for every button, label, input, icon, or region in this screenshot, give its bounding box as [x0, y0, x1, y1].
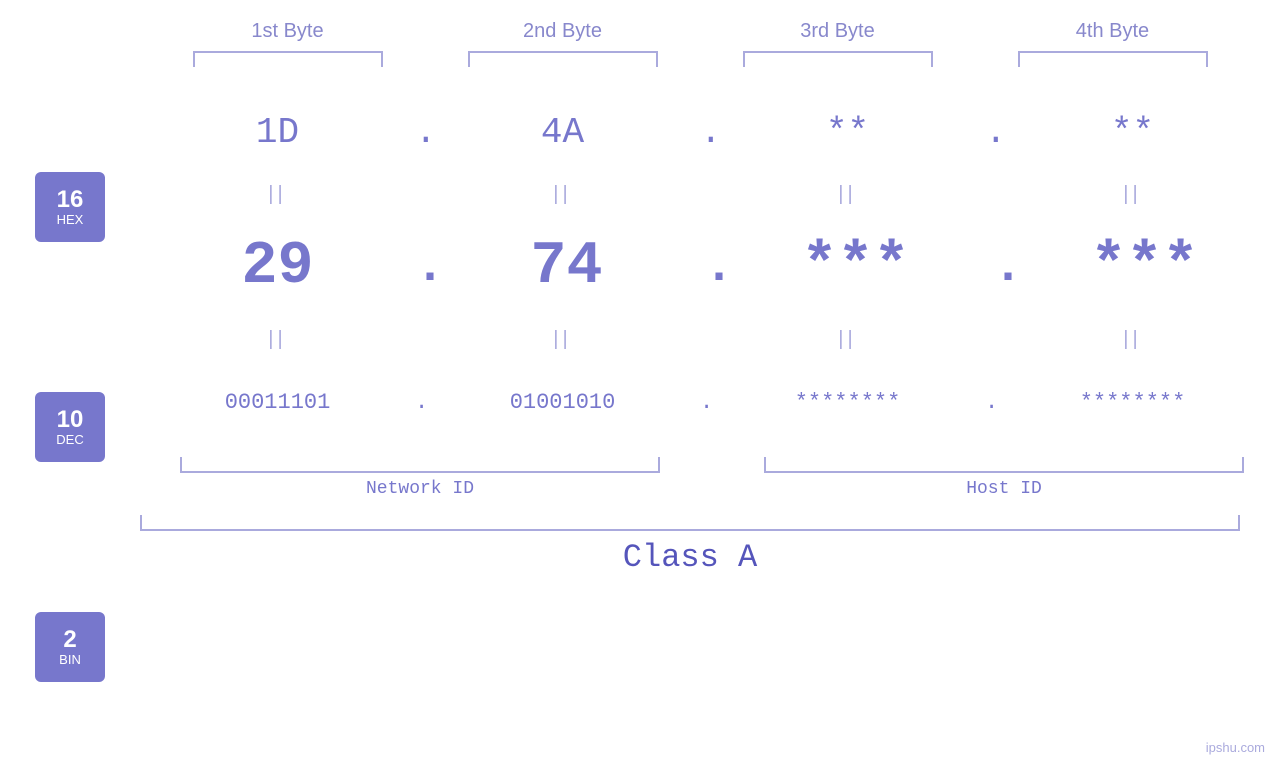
dec-badge: 10 DEC: [35, 392, 105, 462]
hex-dot1: .: [415, 112, 425, 153]
byte4-header: 4th Byte: [975, 20, 1250, 43]
byte3-header: 3rd Byte: [700, 20, 975, 43]
bin-byte4: ********: [995, 390, 1270, 415]
eq2-b4: ||: [995, 328, 1270, 351]
bracket-cell-1: [150, 51, 425, 67]
bracket-3: [743, 51, 933, 67]
hex-byte4: **: [995, 112, 1270, 153]
byte2-header: 2nd Byte: [425, 20, 700, 43]
equals-row-1: || || || ||: [140, 177, 1285, 212]
bottom-bracket-area: Network ID Host ID: [140, 457, 1285, 499]
dec-byte4: ***: [1007, 233, 1282, 301]
bin-dot3: .: [985, 390, 995, 415]
eq1-b1: ||: [140, 183, 415, 206]
eq1-b3: ||: [710, 183, 985, 206]
eq1-b2: ||: [425, 183, 700, 206]
hex-row: 1D . 4A . ** . **: [140, 87, 1285, 177]
dec-byte1: 29: [140, 233, 415, 301]
network-bracket: [180, 457, 660, 473]
byte1-header: 1st Byte: [150, 20, 425, 43]
bin-byte2: 01001010: [425, 390, 700, 415]
eq2-b1: ||: [140, 328, 415, 351]
dec-dot1: .: [415, 239, 429, 296]
hex-dot2: .: [700, 112, 710, 153]
equals-row-2: || || || ||: [140, 322, 1285, 357]
dec-byte2: 74: [429, 233, 704, 301]
hex-badge: 16 HEX: [35, 172, 105, 242]
host-bracket: [764, 457, 1244, 473]
host-id-label: Host ID: [966, 479, 1042, 499]
network-id-section: Network ID: [140, 457, 700, 499]
data-columns: 1D . 4A . ** . ** || || || || 29: [140, 87, 1285, 767]
top-brackets-row: [150, 51, 1285, 67]
bracket-4: [1018, 51, 1208, 67]
spacer: [700, 457, 724, 499]
dec-dot3: .: [993, 239, 1007, 296]
bin-dot2: .: [700, 390, 710, 415]
hex-byte3: **: [710, 112, 985, 153]
class-bracket: [140, 515, 1240, 531]
byte-headers-row: 1st Byte 2nd Byte 3rd Byte 4th Byte: [150, 20, 1285, 43]
bracket-cell-3: [700, 51, 975, 67]
bracket-cell-2: [425, 51, 700, 67]
labels-column: 16 HEX 10 DEC 2 BIN: [0, 87, 140, 767]
hex-byte1: 1D: [140, 112, 415, 153]
hex-dot3: .: [985, 112, 995, 153]
class-label: Class A: [140, 539, 1240, 576]
bracket-1: [193, 51, 383, 67]
dec-row: 29 . 74 . *** . ***: [140, 212, 1285, 322]
bracket-cell-4: [975, 51, 1250, 67]
bin-byte1: 00011101: [140, 390, 415, 415]
eq2-b2: ||: [425, 328, 700, 351]
watermark: ipshu.com: [1206, 740, 1265, 755]
class-section: Class A: [140, 515, 1285, 576]
eq1-b4: ||: [995, 183, 1270, 206]
dec-dot2: .: [704, 239, 718, 296]
main-container: 1st Byte 2nd Byte 3rd Byte 4th Byte 16 H…: [0, 0, 1285, 767]
eq2-b3: ||: [710, 328, 985, 351]
dec-byte3: ***: [718, 233, 993, 301]
bin-badge: 2 BIN: [35, 612, 105, 682]
network-id-label: Network ID: [366, 479, 474, 499]
bin-dot1: .: [415, 390, 425, 415]
bracket-2: [468, 51, 658, 67]
bin-byte3: ********: [710, 390, 985, 415]
bin-row: 00011101 . 01001010 . ******** . *******…: [140, 357, 1285, 447]
host-id-section: Host ID: [724, 457, 1284, 499]
hex-byte2: 4A: [425, 112, 700, 153]
